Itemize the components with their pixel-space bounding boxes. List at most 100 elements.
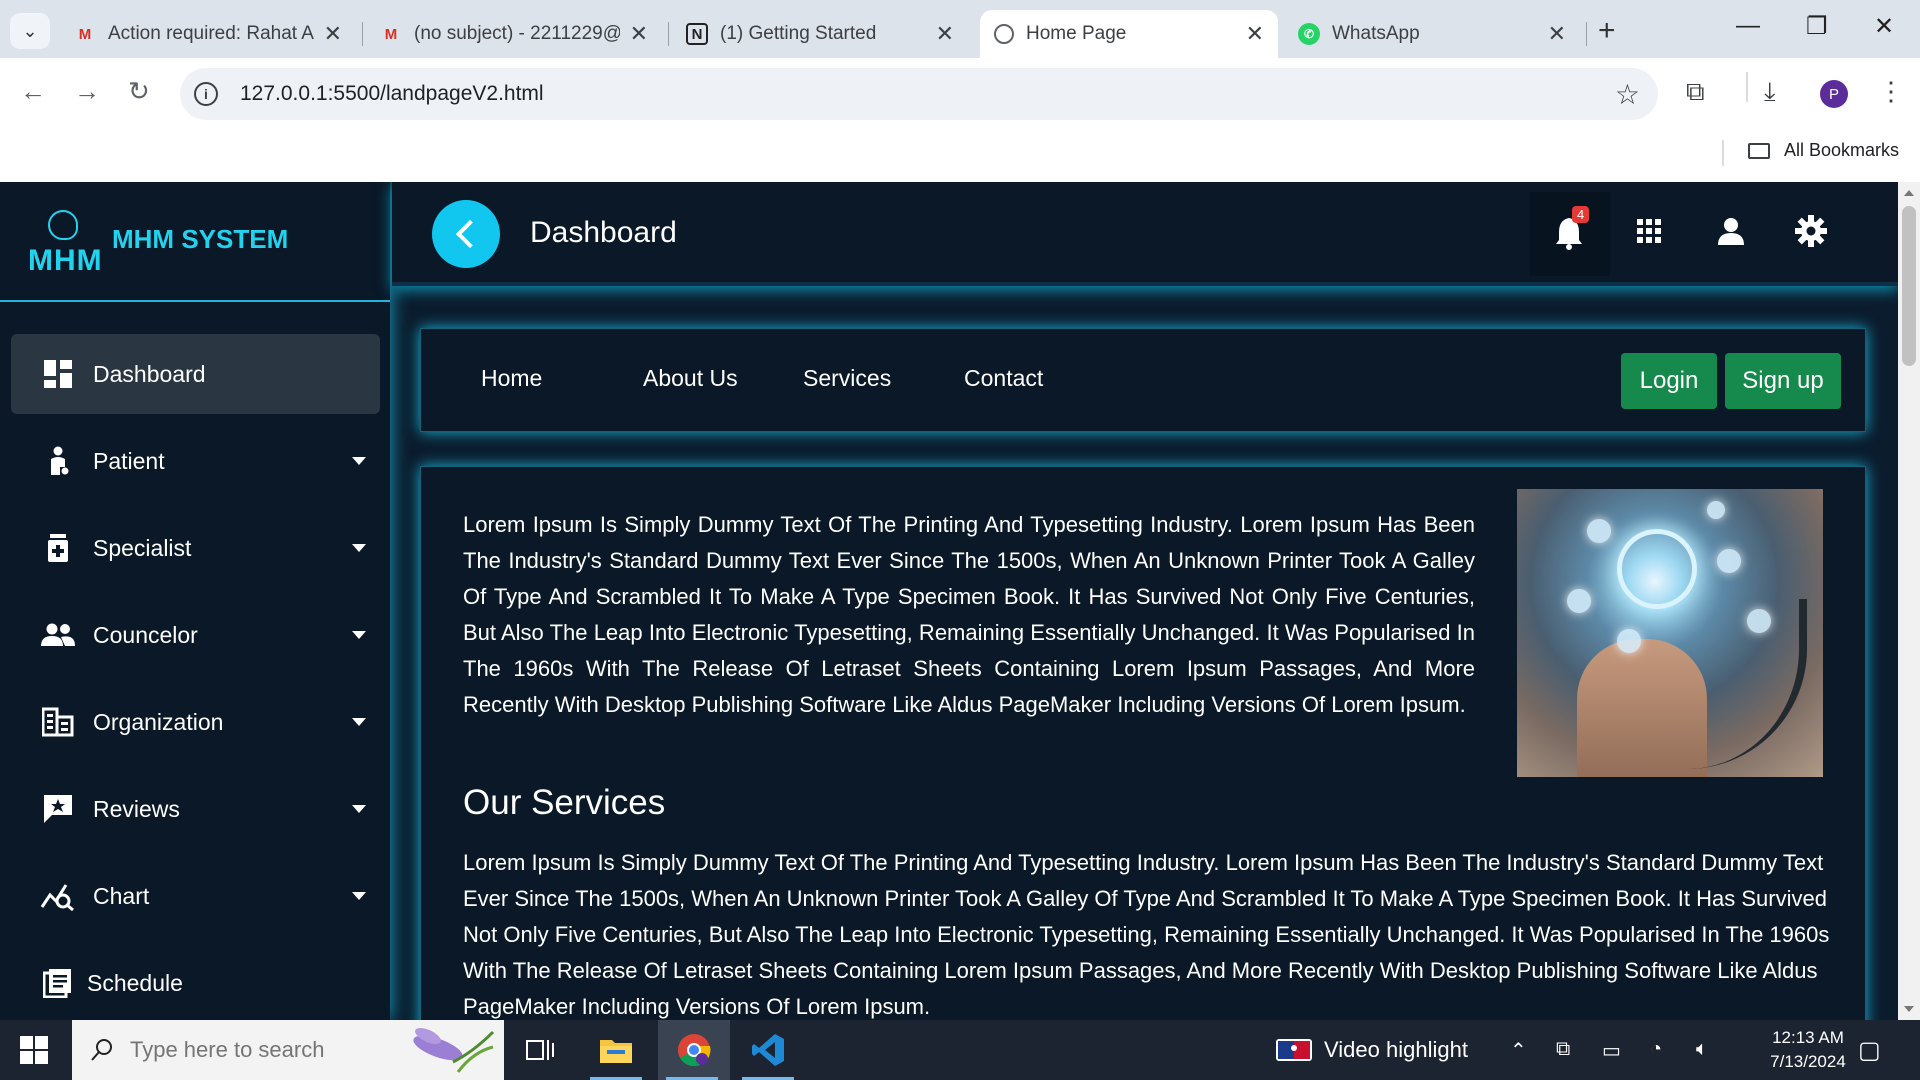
caret-down-icon — [352, 892, 366, 900]
back-arrow-icon[interactable]: ← — [20, 76, 46, 107]
sidebar-item-label: Chart — [93, 882, 150, 909]
all-bookmarks-button[interactable]: All Bookmarks — [1748, 140, 1899, 161]
organization-icon — [41, 707, 75, 737]
chrome-taskbar-button[interactable] — [658, 1020, 730, 1080]
windows-start-icon[interactable] — [20, 1036, 48, 1064]
close-icon[interactable]: ✕ — [630, 21, 648, 47]
notification-badge: 4 — [1572, 206, 1590, 223]
logo-text: MHM — [28, 244, 103, 277]
browser-tab[interactable]: ✆ WhatsApp ✕ — [1284, 10, 1580, 58]
login-button[interactable]: Login — [1621, 353, 1717, 409]
taskbar-search[interactable] — [72, 1020, 504, 1080]
battery-icon[interactable]: ▭ — [1602, 1038, 1621, 1063]
address-bar[interactable]: i ☆ — [180, 68, 1658, 120]
video-highlight-widget[interactable]: Video highlight — [1276, 1020, 1468, 1080]
reload-icon[interactable]: ↻ — [128, 76, 150, 107]
app-window: ⌄ M Action required: Rahat Al ✕ M (no su… — [0, 0, 1920, 1080]
url-input[interactable] — [240, 82, 1440, 106]
brand-name: MHM SYSTEM — [112, 224, 289, 254]
gmail-icon: M — [78, 25, 92, 43]
user-profile-button[interactable] — [1706, 206, 1756, 256]
forward-arrow-icon[interactable]: → — [74, 76, 100, 107]
meet-now-icon[interactable]: ⧉ — [1556, 1038, 1570, 1061]
vscode-taskbar-button[interactable] — [734, 1020, 802, 1080]
close-window-icon[interactable]: ✕ — [1874, 12, 1894, 41]
folder-icon — [1748, 142, 1770, 159]
nav-link-about[interactable]: About Us — [643, 365, 738, 392]
sidebar-item-chart[interactable]: Chart — [11, 856, 380, 936]
page-title: Dashboard — [530, 216, 677, 249]
scroll-up-icon[interactable] — [1904, 190, 1914, 196]
browser-tab[interactable]: N (1) Getting Started ✕ — [672, 10, 968, 58]
sidebar-item-schedule[interactable]: Schedule — [11, 943, 380, 1020]
more-menu-icon[interactable]: ⋮ — [1878, 76, 1904, 107]
tab-title: (no subject) - 2211229@ — [414, 23, 620, 44]
signup-button[interactable]: Sign up — [1725, 353, 1841, 409]
tab-separator — [668, 22, 669, 46]
sidebar-item-label: Schedule — [87, 969, 183, 996]
scroll-down-icon[interactable] — [1904, 1006, 1914, 1012]
browser-tab-active[interactable]: Home Page ✕ — [980, 10, 1278, 58]
browser-tab[interactable]: M (no subject) - 2211229@ ✕ — [366, 10, 662, 58]
caret-down-icon — [352, 805, 366, 813]
extensions-icon[interactable]: ⧉ — [1686, 76, 1705, 108]
minimize-icon[interactable]: — — [1736, 12, 1760, 40]
gmail-icon: M — [384, 25, 398, 43]
new-tab-button[interactable]: + — [1598, 14, 1616, 48]
apps-grid-button[interactable] — [1624, 206, 1674, 256]
brain-head-icon — [48, 210, 78, 240]
sidebar-item-councelor[interactable]: Councelor — [11, 595, 380, 675]
services-paragraph: Lorem Ipsum Is Simply Dummy Text Of The … — [463, 850, 1830, 1019]
grid-icon — [1637, 219, 1661, 243]
lavender-flower-icon — [413, 1027, 495, 1073]
sidebar-menu: Dashboard Patient Specialist Councelor O… — [0, 334, 390, 1020]
sidebar-toggle-button[interactable] — [432, 200, 500, 268]
notion-icon: N — [686, 23, 708, 45]
schedule-icon — [41, 968, 75, 998]
reviews-icon — [41, 794, 75, 824]
sidebar-item-reviews[interactable]: Reviews — [11, 769, 380, 849]
close-icon[interactable]: ✕ — [1548, 21, 1566, 47]
sidebar-item-dashboard[interactable]: Dashboard — [11, 334, 380, 414]
sidebar-item-specialist[interactable]: Specialist — [11, 508, 380, 588]
search-icon — [91, 1039, 112, 1061]
restore-icon[interactable]: ❐ — [1806, 12, 1828, 41]
scrollbar-thumb[interactable] — [1902, 206, 1916, 366]
close-icon[interactable]: ✕ — [324, 21, 342, 47]
system-clock[interactable]: 12:13 AM 7/13/2024 — [1748, 1026, 1868, 1074]
tab-title: WhatsApp — [1332, 23, 1420, 44]
profile-avatar[interactable]: P — [1820, 80, 1848, 108]
tab-search-button[interactable]: ⌄ — [10, 13, 50, 49]
task-view-button[interactable] — [506, 1020, 574, 1080]
sidebar-item-patient[interactable]: Patient — [11, 421, 380, 501]
notification-center-icon[interactable]: ▢ — [1858, 1036, 1881, 1065]
medical-bubble-icon — [1707, 501, 1725, 519]
bookmark-star-icon[interactable]: ☆ — [1615, 78, 1640, 111]
tab-title: Action required: Rahat Al — [108, 23, 314, 44]
nav-link-services[interactable]: Services — [803, 365, 891, 392]
taskbar-search-input[interactable] — [130, 1037, 390, 1063]
wifi-icon[interactable]: ◔ — [1650, 1038, 1662, 1061]
page-scrollbar[interactable] — [1898, 182, 1920, 1020]
chevron-up-icon[interactable]: ⌃ — [1510, 1038, 1527, 1063]
volume-icon[interactable]: 🔈︎ — [1696, 1038, 1708, 1061]
nav-link-home[interactable]: Home — [481, 365, 542, 392]
notifications-button[interactable]: 4 — [1530, 192, 1610, 276]
file-explorer-button[interactable] — [582, 1020, 650, 1080]
close-icon[interactable]: ✕ — [936, 21, 954, 47]
medical-bubble-icon — [1747, 609, 1771, 633]
video-highlight-label: Video highlight — [1324, 1037, 1468, 1062]
specialist-icon — [41, 533, 75, 563]
download-icon[interactable]: ⤓ — [1764, 76, 1776, 108]
medical-bubble-icon — [1717, 549, 1741, 573]
folder-icon — [600, 1040, 632, 1063]
chrome-icon — [678, 1034, 711, 1067]
nav-link-contact[interactable]: Contact — [964, 365, 1043, 392]
sidebar-item-organization[interactable]: Organization — [11, 682, 380, 762]
caret-down-icon — [352, 631, 366, 639]
settings-button[interactable] — [1786, 206, 1836, 256]
close-icon[interactable]: ✕ — [1246, 21, 1264, 47]
browser-tab[interactable]: M Action required: Rahat Al ✕ — [60, 10, 356, 58]
site-info-icon[interactable]: i — [194, 82, 218, 106]
bookmarks-bar: All Bookmarks — [0, 130, 1920, 182]
